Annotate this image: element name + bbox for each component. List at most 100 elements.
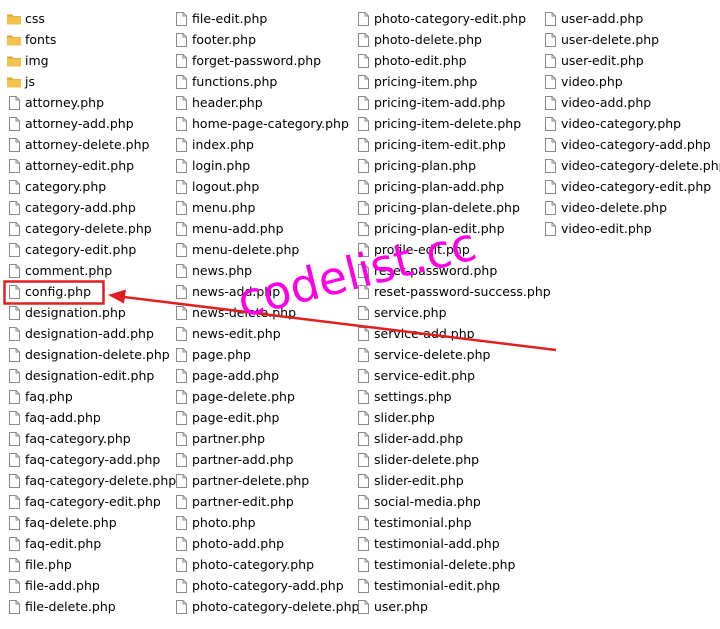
php-file-icon: [355, 305, 371, 321]
file-item-testimonial-add[interactable]: testimonial-add.php: [355, 533, 555, 554]
item-label: faq-delete.php: [25, 515, 117, 530]
file-item-header[interactable]: header.php: [173, 92, 373, 113]
file-item-page-edit[interactable]: page-edit.php: [173, 407, 373, 428]
file-item-partner[interactable]: partner.php: [173, 428, 373, 449]
file-item-photo[interactable]: photo.php: [173, 512, 373, 533]
file-item-pricing-item-delete[interactable]: pricing-item-delete.php: [355, 113, 555, 134]
php-file-icon: [355, 410, 371, 426]
file-item-pricing-item[interactable]: pricing-item.php: [355, 71, 555, 92]
item-label: video-category.php: [561, 116, 682, 131]
file-item-news-edit[interactable]: news-edit.php: [173, 323, 373, 344]
file-item-photo-add[interactable]: photo-add.php: [173, 533, 373, 554]
file-item-partner-delete[interactable]: partner-delete.php: [173, 470, 373, 491]
file-item-pricing-plan-add[interactable]: pricing-plan-add.php: [355, 176, 555, 197]
php-file-icon: [173, 158, 189, 174]
php-file-icon: [355, 578, 371, 594]
php-file-icon: [355, 74, 371, 90]
file-item-footer[interactable]: footer.php: [173, 29, 373, 50]
file-item-video[interactable]: video.php: [542, 71, 720, 92]
file-item-video-category[interactable]: video-category.php: [542, 113, 720, 134]
item-label: photo.php: [192, 515, 256, 530]
file-item-video-category-edit[interactable]: video-category-edit.php: [542, 176, 720, 197]
file-item-pricing-plan-delete[interactable]: pricing-plan-delete.php: [355, 197, 555, 218]
file-item-pricing-plan[interactable]: pricing-plan.php: [355, 155, 555, 176]
php-file-icon: [355, 389, 371, 405]
file-item-file-edit[interactable]: file-edit.php: [173, 8, 373, 29]
file-item-photo-category[interactable]: photo-category.php: [173, 554, 373, 575]
file-explorer-list: css fonts img js attorney.php attorney-add.ph…: [0, 0, 720, 629]
file-item-slider[interactable]: slider.php: [355, 407, 555, 428]
file-item-user-delete[interactable]: user-delete.php: [542, 29, 720, 50]
file-item-partner-edit[interactable]: partner-edit.php: [173, 491, 373, 512]
php-file-icon: [173, 74, 189, 90]
item-label: designation-delete.php: [25, 347, 170, 362]
file-item-service-delete[interactable]: service-delete.php: [355, 344, 555, 365]
file-item-user-add[interactable]: user-add.php: [542, 8, 720, 29]
file-item-page[interactable]: page.php: [173, 344, 373, 365]
php-file-icon: [173, 494, 189, 510]
file-item-settings[interactable]: settings.php: [355, 386, 555, 407]
file-item-service-edit[interactable]: service-edit.php: [355, 365, 555, 386]
file-item-video-category-delete[interactable]: video-category-delete.php: [542, 155, 720, 176]
item-label: pricing-plan-delete.php: [374, 200, 520, 215]
file-item-reset-password-success[interactable]: reset-password-success.php: [355, 281, 555, 302]
item-label: testimonial-edit.php: [374, 578, 501, 593]
php-file-icon: [355, 515, 371, 531]
item-label: video-category-add.php: [561, 137, 711, 152]
file-item-functions[interactable]: functions.php: [173, 71, 373, 92]
file-item-news-delete[interactable]: news-delete.php: [173, 302, 373, 323]
php-file-icon: [173, 599, 189, 615]
file-item-service-add[interactable]: service-add.php: [355, 323, 555, 344]
file-item-photo-edit[interactable]: photo-edit.php: [355, 50, 555, 71]
file-item-testimonial[interactable]: testimonial.php: [355, 512, 555, 533]
file-item-photo-category-delete[interactable]: photo-category-delete.php: [173, 596, 373, 617]
item-label: testimonial-add.php: [374, 536, 500, 551]
item-label: menu-delete.php: [192, 242, 300, 257]
file-item-social-media[interactable]: social-media.php: [355, 491, 555, 512]
file-item-menu-delete[interactable]: menu-delete.php: [173, 239, 373, 260]
file-item-slider-add[interactable]: slider-add.php: [355, 428, 555, 449]
item-label: reset-password-success.php: [374, 284, 551, 299]
file-item-page-delete[interactable]: page-delete.php: [173, 386, 373, 407]
item-label: designation-add.php: [25, 326, 154, 341]
file-item-login[interactable]: login.php: [173, 155, 373, 176]
file-item-menu-add[interactable]: menu-add.php: [173, 218, 373, 239]
file-item-forget-password[interactable]: forget-password.php: [173, 50, 373, 71]
file-item-video-add[interactable]: video-add.php: [542, 92, 720, 113]
php-file-icon: [6, 179, 22, 195]
file-item-photo-category-add[interactable]: photo-category-add.php: [173, 575, 373, 596]
file-item-video-edit[interactable]: video-edit.php: [542, 218, 720, 239]
item-label: comment.php: [25, 263, 113, 278]
file-item-news[interactable]: news.php: [173, 260, 373, 281]
file-item-reset-password[interactable]: reset-password.php: [355, 260, 555, 281]
file-item-photo-delete[interactable]: photo-delete.php: [355, 29, 555, 50]
file-item-pricing-plan-edit[interactable]: pricing-plan-edit.php: [355, 218, 555, 239]
file-item-partner-add[interactable]: partner-add.php: [173, 449, 373, 470]
file-item-home-page-category[interactable]: home-page-category.php: [173, 113, 373, 134]
item-label: news-edit.php: [192, 326, 281, 341]
file-item-user[interactable]: user.php: [355, 596, 555, 617]
file-item-service[interactable]: service.php: [355, 302, 555, 323]
file-item-slider-delete[interactable]: slider-delete.php: [355, 449, 555, 470]
file-item-testimonial-delete[interactable]: testimonial-delete.php: [355, 554, 555, 575]
php-file-icon: [355, 284, 371, 300]
file-item-pricing-item-edit[interactable]: pricing-item-edit.php: [355, 134, 555, 155]
file-item-page-add[interactable]: page-add.php: [173, 365, 373, 386]
file-item-testimonial-edit[interactable]: testimonial-edit.php: [355, 575, 555, 596]
file-item-video-delete[interactable]: video-delete.php: [542, 197, 720, 218]
file-item-news-add[interactable]: news-add.php: [173, 281, 373, 302]
file-item-video-category-add[interactable]: video-category-add.php: [542, 134, 720, 155]
item-label: video-edit.php: [561, 221, 652, 236]
item-label: photo-delete.php: [374, 32, 482, 47]
file-item-user-edit[interactable]: user-edit.php: [542, 50, 720, 71]
file-item-slider-edit[interactable]: slider-edit.php: [355, 470, 555, 491]
file-item-logout[interactable]: logout.php: [173, 176, 373, 197]
file-item-index[interactable]: index.php: [173, 134, 373, 155]
item-label: video-add.php: [561, 95, 652, 110]
file-item-photo-category-edit[interactable]: photo-category-edit.php: [355, 8, 555, 29]
file-item-pricing-item-add[interactable]: pricing-item-add.php: [355, 92, 555, 113]
file-item-menu[interactable]: menu.php: [173, 197, 373, 218]
item-label: attorney-edit.php: [25, 158, 135, 173]
item-label: page-delete.php: [192, 389, 295, 404]
file-item-profile-edit[interactable]: profile-edit.php: [355, 239, 555, 260]
